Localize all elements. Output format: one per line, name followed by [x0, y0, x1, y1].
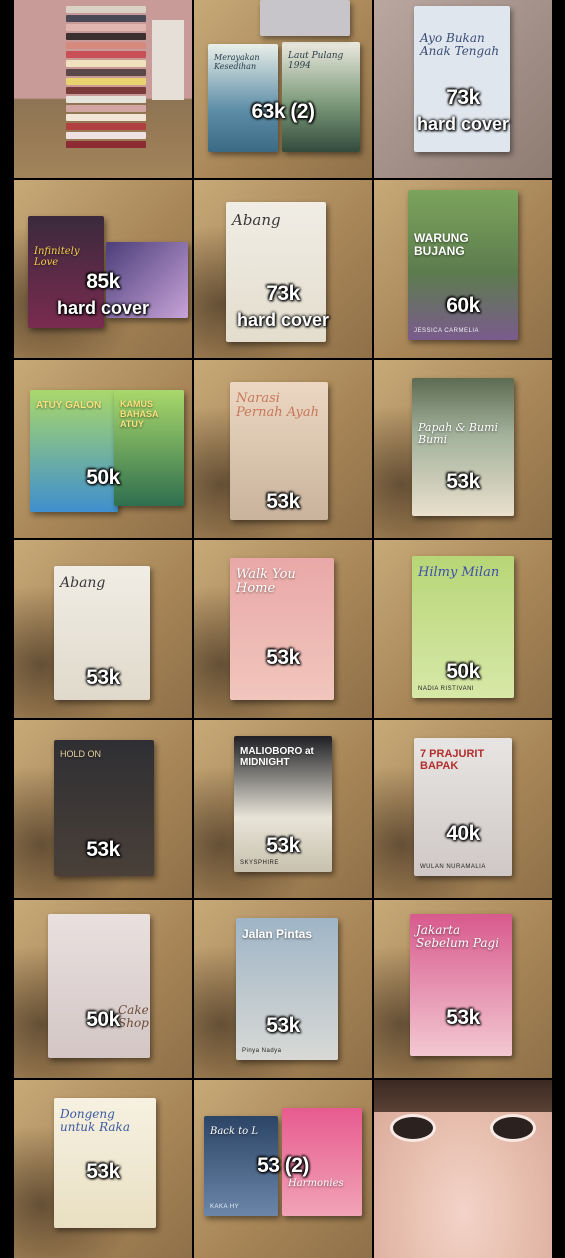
tile-4[interactable]: Infinitely Love 85k hard cover [14, 180, 192, 358]
tile-16[interactable]: Cake Shop 50k [14, 900, 192, 1078]
tile-3[interactable]: Ayo Bukan Anak Tengah 73k hard cover [374, 0, 552, 178]
price-label: 73k [446, 86, 480, 109]
price-label: 63k (2) [251, 100, 315, 123]
tile-20[interactable]: Back to L KAKA HY Harmonies 53 (2) [194, 1080, 372, 1258]
photo-grid: Merayakan Kesedihan Laut Pulang 1994 63k… [14, 0, 552, 1258]
tile-19[interactable]: Dongeng untuk Raka 53k [14, 1080, 192, 1258]
tile-13[interactable]: HOLD ON 53k [14, 720, 192, 898]
tile-1[interactable] [14, 0, 192, 178]
price-label: 53k [86, 838, 120, 861]
price-label: 53k [266, 646, 300, 669]
tile-18[interactable]: Jakarta Sebelum Pagi 53k [374, 900, 552, 1078]
price-label: 53k [86, 666, 120, 689]
price-label: 53k [266, 834, 300, 857]
price-note: hard cover [56, 298, 150, 318]
book-cover: Laut Pulang 1994 [282, 42, 360, 152]
book-cover: ATUY GALON [30, 390, 118, 512]
book-cover: Jakarta Sebelum Pagi [410, 914, 512, 1056]
tile-15[interactable]: 7 PRAJURIT BAPAK WULAN NURAMALIA 40k [374, 720, 552, 898]
book-cover: Jalan Pintas Pinya Nadya [236, 918, 338, 1060]
tile-12[interactable]: Hilmy Milan NADIA RISTIVANI 50k [374, 540, 552, 718]
price-note: hard cover [416, 114, 510, 134]
price-label: 53k [86, 1160, 120, 1183]
tile-8[interactable]: Narasi Pernah Ayah 53k [194, 360, 372, 538]
book-cover: Walk You Home [230, 558, 334, 700]
tile-11[interactable]: Walk You Home 53k [194, 540, 372, 718]
tile-7[interactable]: ATUY GALON KAMUS BAHASA ATUY 50k [14, 360, 192, 538]
tile-10[interactable]: Abang 53k [14, 540, 192, 718]
book-cover: Merayakan Kesedihan [208, 44, 278, 152]
price-label: 53 (2) [257, 1154, 309, 1177]
tile-21[interactable] [374, 1080, 552, 1258]
price-label: 50k [86, 466, 120, 489]
book-cover: Cake Shop [48, 914, 150, 1058]
price-label: 60k [446, 294, 480, 317]
tile-9[interactable]: Papah & Bumi Bumi 53k [374, 360, 552, 538]
price-label: 40k [446, 822, 480, 845]
price-label: 85k [86, 270, 120, 293]
tile-14[interactable]: MALIOBORO at MIDNIGHT SKYSPHIRE 53k [194, 720, 372, 898]
price-label: 53k [266, 490, 300, 513]
price-label: 50k [86, 1008, 120, 1031]
tile-2[interactable]: Merayakan Kesedihan Laut Pulang 1994 63k… [194, 0, 372, 178]
tile-6[interactable]: WARUNG BUJANG JESSICA CARMELIA 60k [374, 180, 552, 358]
price-note: hard cover [236, 310, 330, 330]
price-label: 53k [266, 1014, 300, 1037]
price-label: 50k [446, 660, 480, 683]
tile-17[interactable]: Jalan Pintas Pinya Nadya 53k [194, 900, 372, 1078]
book-cover: 7 PRAJURIT BAPAK WULAN NURAMALIA [414, 738, 512, 876]
price-label: 53k [446, 1006, 480, 1029]
price-label: 73k [266, 282, 300, 305]
book-cover: Papah & Bumi Bumi [412, 378, 514, 516]
tile-5[interactable]: Abang 73k hard cover [194, 180, 372, 358]
price-label: 53k [446, 470, 480, 493]
